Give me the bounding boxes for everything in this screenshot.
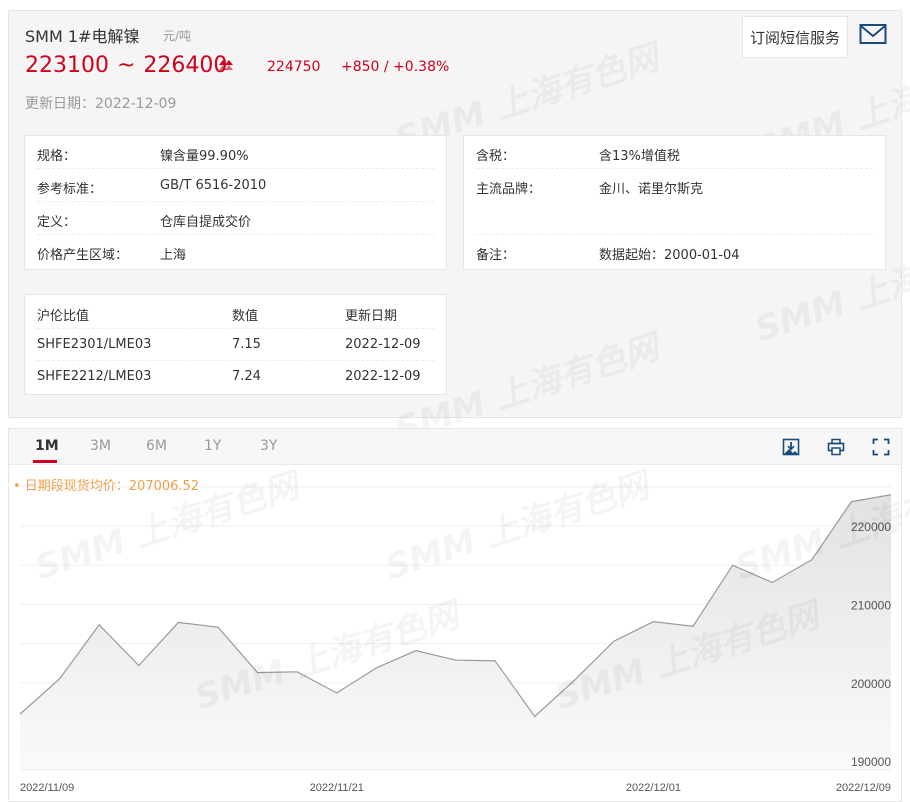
ratio-date: 2022-12-09	[345, 369, 421, 384]
spec-value: 数据起始：2000-01-04	[599, 248, 740, 263]
spec-row: 备注： 数据起始：2000-01-04	[476, 235, 873, 268]
spec-row: 定义： 仓库自提成交价	[37, 202, 434, 235]
ratio-value: 7.24	[232, 369, 261, 384]
price-tilde: ~	[116, 53, 136, 78]
spec-key: 参考标准：	[37, 182, 103, 197]
spec-table-right: 含税： 含13%增值税 主流品牌： 金川、诺里尔斯克 备注： 数据起始：2000…	[463, 135, 886, 270]
price-info-panel: SMM 上海有色网 SMM 上海有色网 SMM 上海有色网 SMM 上海有色网 …	[8, 10, 910, 450]
price-up-icon	[219, 60, 233, 70]
spec-value: GB/T 6516-2010	[160, 178, 267, 193]
update-date: 更新日期：2022-12-09	[25, 96, 177, 112]
spec-key: 规格：	[37, 149, 77, 164]
product-title: SMM 1#电解镍	[25, 27, 140, 46]
spec-row: 含税： 含13%增值税	[476, 136, 873, 169]
spec-value: 上海	[160, 248, 187, 263]
spec-value: 金川、诺里尔斯克	[599, 182, 704, 197]
y-tick-label: 220000	[851, 520, 891, 534]
ratio-header: 更新日期	[345, 309, 398, 324]
spec-key: 定义：	[37, 215, 77, 230]
table-row: SHFE2301/LME03 7.15 2022-12-09	[37, 329, 434, 361]
price-chart-panel: 1M 3M 6M 1Y 3Y 190000 200000 210000 220000 2…	[8, 428, 910, 802]
y-tick-label: 190000	[851, 755, 891, 769]
spec-row: 主流品牌： 金川、诺里尔斯克	[476, 169, 873, 235]
spec-row: 参考标准： GB/T 6516-2010	[37, 169, 434, 202]
mail-icon[interactable]	[859, 23, 887, 45]
spec-row: 价格产生区域： 上海	[37, 235, 434, 268]
price-low: 223100	[25, 53, 109, 78]
spec-table-left: 规格： 镍含量99.90% 参考标准： GB/T 6516-2010 定义： 仓…	[24, 135, 447, 270]
subscribe-sms-button[interactable]: 订阅短信服务	[742, 16, 848, 58]
price-range: 223100 ~226400	[25, 53, 227, 78]
x-tick-label: 2022/12/01	[626, 782, 681, 794]
ratio-header: 沪伦比值	[37, 309, 90, 324]
spec-value: 含13%增值税	[599, 149, 680, 164]
x-tick-label: 2022/12/09	[836, 782, 891, 794]
x-tick-label: 2022/11/09	[20, 782, 74, 794]
spec-key: 价格产生区域：	[37, 248, 129, 263]
price-high: 226400	[143, 53, 228, 78]
spec-key: 含税：	[476, 149, 516, 164]
ratio-value: 7.15	[232, 337, 261, 352]
price-change: +850 / +0.38%	[341, 59, 450, 75]
spec-value: 仓库自提成交价	[160, 215, 252, 230]
ratio-table: 沪伦比值 数值 更新日期 SHFE2301/LME03 7.15 2022-12…	[24, 294, 447, 395]
y-tick-label: 210000	[851, 598, 891, 612]
table-row: SHFE2212/LME03 7.24 2022-12-09	[37, 361, 434, 393]
ratio-date: 2022-12-09	[345, 337, 421, 352]
spec-row: 规格： 镍含量99.90%	[37, 136, 434, 169]
average-price: 224750	[267, 59, 321, 75]
y-tick-label: 200000	[851, 677, 891, 691]
spec-value: 镍含量99.90%	[160, 149, 249, 164]
ratio-header: 数值	[232, 309, 259, 324]
unit-label: 元/吨	[163, 29, 192, 43]
average-price-label: • 日期段现货均价：207006.52	[13, 479, 200, 494]
ratio-contract: SHFE2301/LME03	[37, 337, 152, 352]
series-area	[20, 494, 891, 769]
ratio-contract: SHFE2212/LME03	[37, 369, 152, 384]
spec-key: 备注：	[476, 248, 516, 263]
spec-key: 主流品牌：	[476, 182, 542, 197]
ratio-header-row: 沪伦比值 数值 更新日期	[37, 297, 434, 329]
x-tick-label: 2022/11/21	[310, 782, 364, 794]
